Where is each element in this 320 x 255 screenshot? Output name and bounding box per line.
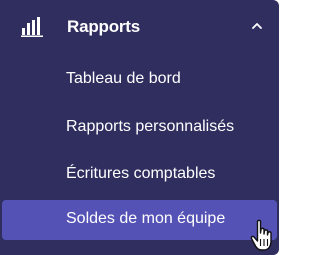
reports-section-title: Rapports [67,17,141,36]
menu-item-label: Écritures comptables [66,165,216,182]
menu-item-tableau-de-bord[interactable]: Tableau de bord [0,60,279,100]
menu-item-label: Tableau de bord [66,70,181,87]
reports-section-header[interactable]: Rapports [0,0,279,56]
bar-chart-icon [21,17,43,37]
menu-item-label: Soldes de mon équipe [66,210,226,227]
sidebar-reports-menu: Rapports Tableau de bord Rapports person… [0,0,279,255]
menu-item-ecritures-comptables[interactable]: Écritures comptables [0,155,279,195]
chevron-up-icon[interactable] [252,22,262,30]
menu-item-soldes-de-mon-equipe[interactable]: Soldes de mon équipe [2,200,277,240]
menu-item-label: Rapports personnalisés [66,118,235,135]
menu-item-rapports-personnalises[interactable]: Rapports personnalisés [0,108,279,148]
hand-pointer-icon [250,219,272,251]
